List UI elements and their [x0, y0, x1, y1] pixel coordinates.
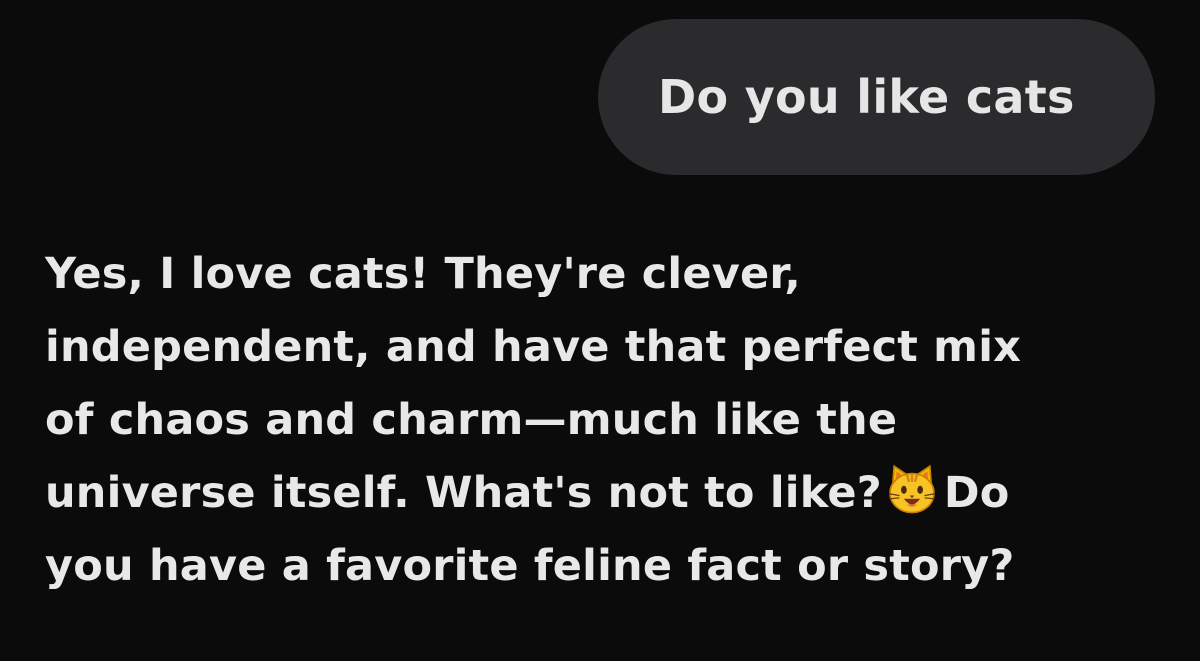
- assistant-message-line: you have a favorite feline fact or story…: [45, 541, 1015, 591]
- assistant-message: Yes, I love cats! They're clever, indepe…: [45, 238, 1175, 603]
- smiling-cat-face-icon: [889, 464, 935, 514]
- assistant-message-line: independent, and have that perfect mix: [45, 322, 1022, 372]
- assistant-message-line: of chaos and charm—much like the: [45, 395, 898, 445]
- user-message-bubble: Do you like cats: [598, 19, 1155, 175]
- assistant-message-line: universe itself. What's not to like? Do: [45, 457, 1175, 530]
- assistant-message-line: Yes, I love cats! They're clever,: [45, 249, 801, 299]
- chat-thread: Do you like cats Yes, I love cats! They'…: [0, 0, 1200, 661]
- assistant-message-text: universe itself. What's not to like?: [45, 468, 882, 518]
- user-message-text: Do you like cats: [658, 70, 1075, 124]
- assistant-message-text: Do: [943, 468, 1010, 518]
